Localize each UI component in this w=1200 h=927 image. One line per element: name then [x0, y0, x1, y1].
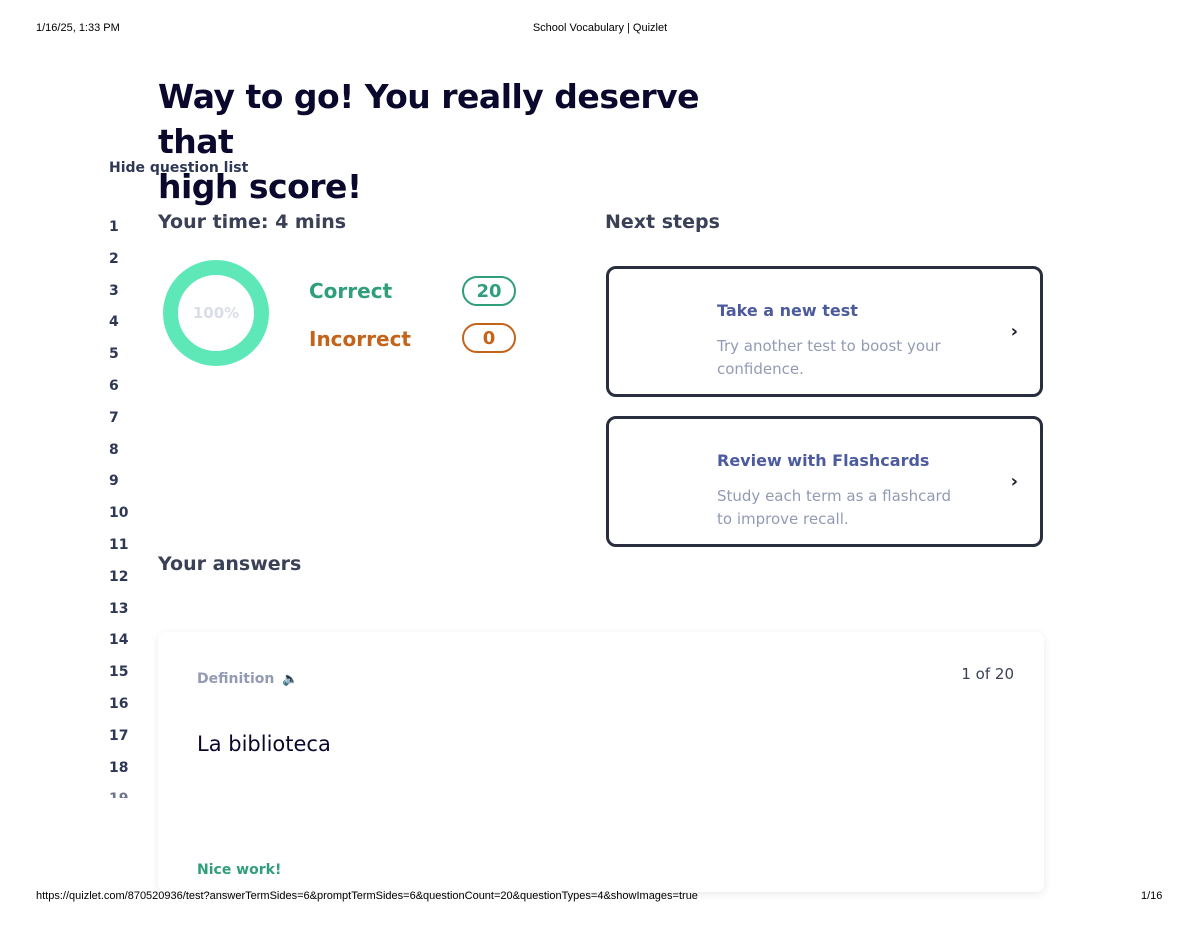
- question-list: 1 2 3 4 5 6 7 8 9 10 11 12 13 14 15 16 1…: [109, 218, 139, 798]
- your-answers-heading: Your answers: [158, 553, 302, 575]
- feedback-message: Nice work!: [197, 862, 282, 878]
- chevron-right-icon: ›: [1010, 321, 1018, 342]
- correct-count-badge: 20: [462, 276, 516, 306]
- question-link[interactable]: 2: [109, 250, 139, 282]
- question-link[interactable]: 15: [109, 663, 139, 695]
- your-time-heading: Your time: 4 mins: [158, 211, 347, 233]
- incorrect-count-badge: 0: [462, 323, 516, 353]
- definition-label: Definition: [197, 671, 275, 687]
- score-percent: 100%: [192, 304, 240, 322]
- question-prompt: La biblioteca: [197, 732, 331, 756]
- question-link[interactable]: 12: [109, 568, 139, 600]
- print-page-number: 1/16: [1141, 890, 1163, 902]
- hide-question-list-button[interactable]: Hide question list: [109, 160, 248, 176]
- card-description: Try another test to boost your confidenc…: [717, 337, 941, 378]
- take-new-test-card[interactable]: Take a new test Try another test to boos…: [606, 266, 1043, 397]
- question-link[interactable]: 6: [109, 377, 139, 409]
- question-link[interactable]: 13: [109, 600, 139, 632]
- question-link[interactable]: 3: [109, 282, 139, 314]
- correct-label: Correct: [309, 279, 393, 303]
- print-page-title: School Vocabulary | Quizlet: [532, 22, 668, 34]
- score-ring: 100%: [163, 260, 269, 366]
- question-link[interactable]: 8: [109, 441, 139, 473]
- speaker-icon[interactable]: 🔈: [282, 671, 298, 687]
- question-link[interactable]: 19: [109, 790, 139, 798]
- question-link[interactable]: 17: [109, 727, 139, 759]
- next-steps-heading: Next steps: [605, 211, 720, 233]
- question-counter: 1 of 20: [961, 665, 1014, 683]
- review-flashcards-card[interactable]: Review with Flashcards Study each term a…: [606, 416, 1043, 547]
- card-description: Study each term as a flashcard to improv…: [717, 487, 951, 528]
- card-title: Review with Flashcards: [717, 451, 930, 470]
- question-link[interactable]: 16: [109, 695, 139, 727]
- print-url: https://quizlet.com/870520936/test?answe…: [36, 890, 698, 902]
- chevron-right-icon: ›: [1010, 471, 1018, 492]
- question-link[interactable]: 4: [109, 313, 139, 345]
- results-headline: Way to go! You really deserve that high …: [158, 74, 778, 209]
- question-link[interactable]: 7: [109, 409, 139, 441]
- headline-line-2: high score!: [158, 167, 362, 206]
- question-link[interactable]: 14: [109, 631, 139, 663]
- incorrect-label: Incorrect: [309, 327, 411, 351]
- question-link[interactable]: 10: [109, 504, 139, 536]
- question-link[interactable]: 1: [109, 218, 139, 250]
- question-link[interactable]: 5: [109, 345, 139, 377]
- question-link[interactable]: 11: [109, 536, 139, 568]
- answer-card: Definition 🔈 1 of 20 La biblioteca Nice …: [158, 632, 1044, 892]
- question-link[interactable]: 9: [109, 472, 139, 504]
- question-link[interactable]: 18: [109, 759, 139, 791]
- headline-line-1: Way to go! You really deserve that: [158, 77, 700, 161]
- card-title: Take a new test: [717, 301, 858, 320]
